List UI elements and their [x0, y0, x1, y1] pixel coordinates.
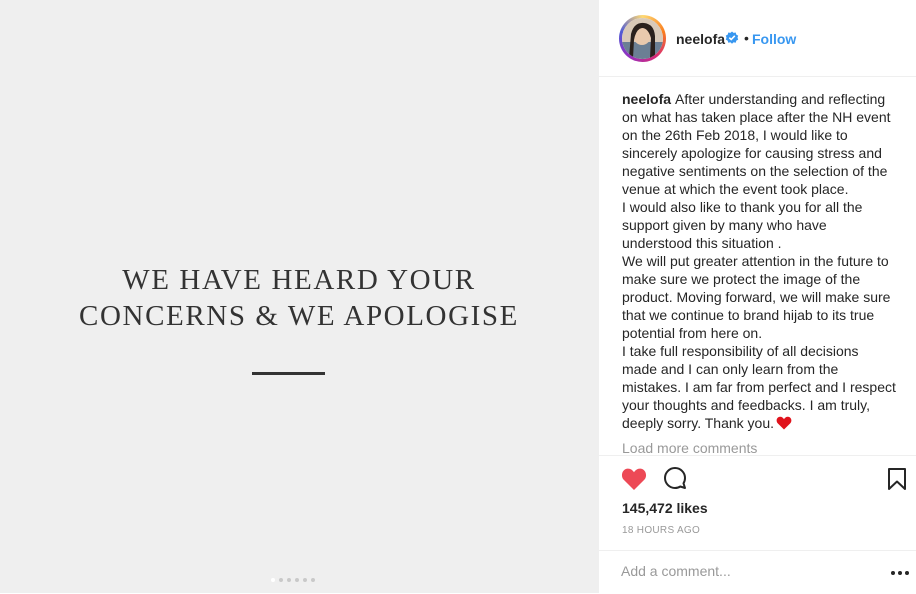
caption-paragraph: neelofa After understanding and reflectin…	[622, 90, 897, 198]
post-caption: neelofa After understanding and reflectin…	[622, 90, 897, 432]
image-text-line-1: WE HAVE HEARD YOUR	[122, 264, 476, 296]
heart-icon[interactable]	[621, 467, 647, 491]
carousel-dot	[279, 578, 283, 582]
red-heart-emoji	[776, 416, 792, 430]
image-text: WE HAVE HEARD YOUR CONCERNS & WE APOLOGI…	[0, 262, 598, 334]
bookmark-icon[interactable]	[887, 467, 907, 491]
caption-paragraph: I would also like to thank you for all t…	[622, 199, 863, 251]
carousel-dot	[271, 578, 275, 582]
follow-button[interactable]: Follow	[752, 31, 796, 47]
header-separator: •	[744, 30, 749, 46]
caption-paragraph: I take full responsibility of all decisi…	[622, 342, 897, 432]
avatar[interactable]	[622, 18, 663, 59]
carousel-indicator	[271, 578, 315, 582]
header-username[interactable]: neelofa	[676, 31, 725, 47]
caption-paragraph: We will put greater attention in the fut…	[622, 253, 891, 341]
carousel-dot	[303, 578, 307, 582]
post-image[interactable]: WE HAVE HEARD YOUR CONCERNS & WE APOLOGI…	[0, 0, 598, 593]
image-divider	[252, 372, 325, 375]
avatar-story-ring[interactable]	[619, 15, 666, 62]
carousel-dot	[311, 578, 315, 582]
more-options-icon[interactable]	[891, 571, 909, 575]
caption-text: I take full responsibility of all decisi…	[622, 343, 896, 431]
comment-input[interactable]	[621, 563, 871, 579]
post-timestamp[interactable]: 18 HOURS AGO	[622, 525, 700, 536]
load-more-comments[interactable]: Load more comments	[622, 440, 757, 456]
carousel-dot	[295, 578, 299, 582]
carousel-dot	[287, 578, 291, 582]
post-header: neelofa • Follow	[599, 0, 916, 77]
action-bar	[599, 455, 916, 490]
comment-icon[interactable]	[663, 466, 687, 490]
verified-badge-icon	[725, 31, 739, 44]
comment-bar	[599, 550, 916, 594]
likes-count[interactable]: 145,472 likes	[622, 500, 708, 516]
post-sidebar: neelofa • Follow neelofa After understand…	[598, 0, 916, 593]
image-text-line-2: CONCERNS & WE APOLOGISE	[79, 300, 519, 332]
caption-username[interactable]: neelofa	[622, 91, 671, 107]
